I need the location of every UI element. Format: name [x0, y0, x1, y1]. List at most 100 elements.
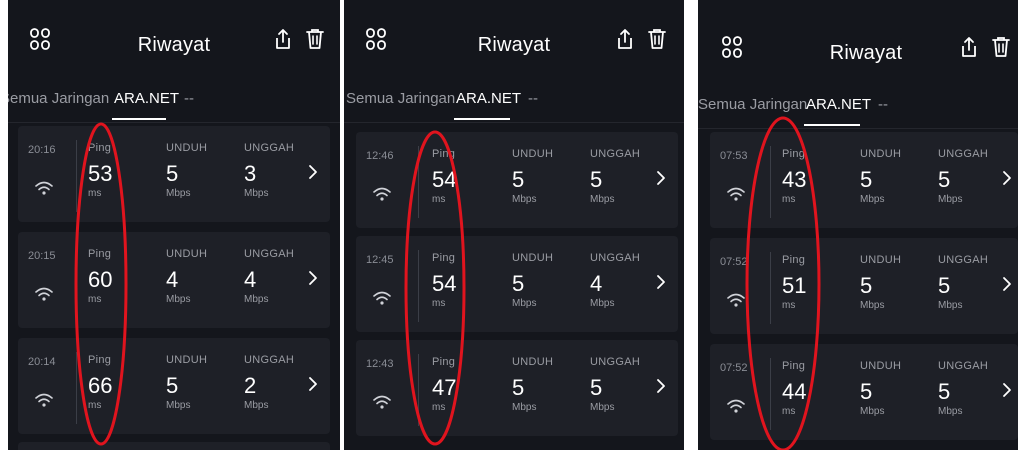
chevron-right-icon[interactable]	[656, 274, 666, 290]
download-unit: Mbps	[512, 402, 537, 413]
upload-value: 5	[938, 167, 951, 192]
result-card[interactable]: 12:46 Ping 54 ms UNDUH 5 Mbps UNGGAH 5 M…	[356, 132, 678, 228]
download-unit: Mbps	[860, 406, 885, 417]
tab-other[interactable]: --	[184, 90, 194, 107]
ping-value: 54	[432, 167, 457, 192]
chevron-right-icon[interactable]	[308, 376, 318, 392]
ping-column: Ping 51 ms	[782, 254, 852, 311]
tab-all-networks[interactable]: Semua Jaringan	[698, 96, 807, 113]
ping-value: 51	[782, 273, 807, 298]
wifi-icon	[373, 291, 391, 305]
tab-ara-net[interactable]: ARA.NET	[456, 90, 521, 107]
ping-label: Ping	[432, 356, 456, 368]
tab-ara-net[interactable]: ARA.NET	[114, 90, 179, 107]
share-icon[interactable]	[274, 28, 292, 50]
history-screen-1: Riwayat Semua Jaringan ARA.NET -- 20:16	[8, 0, 340, 450]
ping-value: 43	[782, 167, 807, 192]
wifi-icon	[727, 293, 745, 307]
upload-column: UNGGAH 4 Mbps	[244, 248, 314, 305]
ping-label: Ping	[88, 248, 112, 260]
ping-unit: ms	[432, 402, 446, 413]
upload-value: 5	[938, 273, 951, 298]
tab-all-networks[interactable]: Semua Jaringan	[346, 90, 455, 107]
time-divider	[770, 146, 771, 218]
upload-unit: Mbps	[590, 402, 615, 413]
result-time: 20:14	[28, 356, 56, 368]
upload-unit: Mbps	[938, 300, 963, 311]
tab-other[interactable]: --	[528, 90, 538, 107]
result-time: 12:45	[366, 254, 394, 266]
download-value: 5	[860, 379, 873, 404]
tabs-divider	[698, 128, 1018, 129]
share-icon[interactable]	[960, 36, 978, 58]
ping-value: 47	[432, 375, 457, 400]
upload-value: 5	[590, 375, 603, 400]
result-card[interactable]: 12:45 Ping 54 ms UNDUH 5 Mbps UNGGAH 4 M…	[356, 236, 678, 332]
ping-unit: ms	[88, 400, 102, 411]
download-column: UNDUH 5 Mbps	[860, 148, 930, 205]
chevron-right-icon[interactable]	[1002, 382, 1012, 398]
download-column: UNDUH 5 Mbps	[166, 354, 236, 411]
upload-unit: Mbps	[244, 294, 269, 305]
result-card[interactable]: 12:43 Ping 47 ms UNDUH 5 Mbps UNGGAH 5 M…	[356, 340, 678, 436]
ping-unit: ms	[432, 298, 446, 309]
trash-icon[interactable]	[648, 28, 666, 50]
download-column: UNDUH 5 Mbps	[860, 360, 930, 417]
tab-all-networks[interactable]: Semua Jaringan	[8, 90, 109, 107]
chevron-right-icon[interactable]	[308, 270, 318, 286]
chevron-right-icon[interactable]	[656, 170, 666, 186]
result-card[interactable]: 07:52 Ping 51 ms UNDUH 5 Mbps UNGGAH 5 M…	[710, 238, 1018, 334]
tab-ara-net[interactable]: ARA.NET	[806, 96, 871, 113]
upload-unit: Mbps	[590, 298, 615, 309]
share-icon[interactable]	[616, 28, 634, 50]
result-time: 07:52	[720, 362, 748, 374]
time-divider	[418, 146, 419, 218]
chevron-right-icon[interactable]	[1002, 170, 1012, 186]
result-card[interactable]: 07:53 Ping 43 ms UNDUH 5 Mbps UNGGAH 5 M…	[710, 132, 1018, 228]
upload-column: UNGGAH 2 Mbps	[244, 354, 314, 411]
result-time: 12:46	[366, 150, 394, 162]
chevron-right-icon[interactable]	[1002, 276, 1012, 292]
result-card[interactable]: 20:16 Ping 53 ms UNDUH 5 Mbps UNGGAH 3 M…	[18, 126, 330, 222]
upload-label: UNGGAH	[244, 354, 295, 366]
trash-icon[interactable]	[306, 28, 324, 50]
result-card-partial[interactable]	[18, 442, 330, 450]
trash-icon[interactable]	[992, 36, 1010, 58]
upload-label: UNGGAH	[244, 248, 295, 260]
ping-unit: ms	[88, 294, 102, 305]
result-card[interactable]: 07:52 Ping 44 ms UNDUH 5 Mbps UNGGAH 5 M…	[710, 344, 1018, 440]
result-card[interactable]: 20:15 Ping 60 ms UNDUH 4 Mbps UNGGAH 4 M…	[18, 232, 330, 328]
download-unit: Mbps	[166, 294, 191, 305]
ping-label: Ping	[432, 252, 456, 264]
result-time: 12:43	[366, 358, 394, 370]
ping-column: Ping 54 ms	[432, 252, 502, 309]
ping-value: 44	[782, 379, 807, 404]
ping-unit: ms	[782, 300, 796, 311]
upload-value: 5	[938, 379, 951, 404]
ping-label: Ping	[88, 354, 112, 366]
upload-unit: Mbps	[244, 188, 269, 199]
chevron-right-icon[interactable]	[308, 164, 318, 180]
result-card[interactable]: 20:14 Ping 66 ms UNDUH 5 Mbps UNGGAH 2 M…	[18, 338, 330, 434]
wifi-icon	[373, 395, 391, 409]
ping-label: Ping	[432, 148, 456, 160]
download-column: UNDUH 5 Mbps	[512, 148, 582, 205]
upload-column: UNGGAH 3 Mbps	[244, 142, 314, 199]
screenshot-collage: Riwayat Semua Jaringan ARA.NET -- 20:16	[0, 0, 1018, 450]
download-value: 4	[166, 267, 179, 292]
download-unit: Mbps	[512, 194, 537, 205]
upload-label: UNGGAH	[938, 148, 989, 160]
result-time: 07:52	[720, 256, 748, 268]
upload-unit: Mbps	[590, 194, 615, 205]
ping-value: 66	[88, 373, 113, 398]
ping-column: Ping 47 ms	[432, 356, 502, 413]
upload-label: UNGGAH	[244, 142, 295, 154]
time-divider	[76, 246, 77, 318]
upload-value: 3	[244, 161, 257, 186]
download-value: 5	[166, 373, 179, 398]
chevron-right-icon[interactable]	[656, 378, 666, 394]
result-time: 20:16	[28, 144, 56, 156]
tab-other[interactable]: --	[878, 96, 888, 113]
upload-unit: Mbps	[244, 400, 269, 411]
time-divider	[418, 354, 419, 426]
